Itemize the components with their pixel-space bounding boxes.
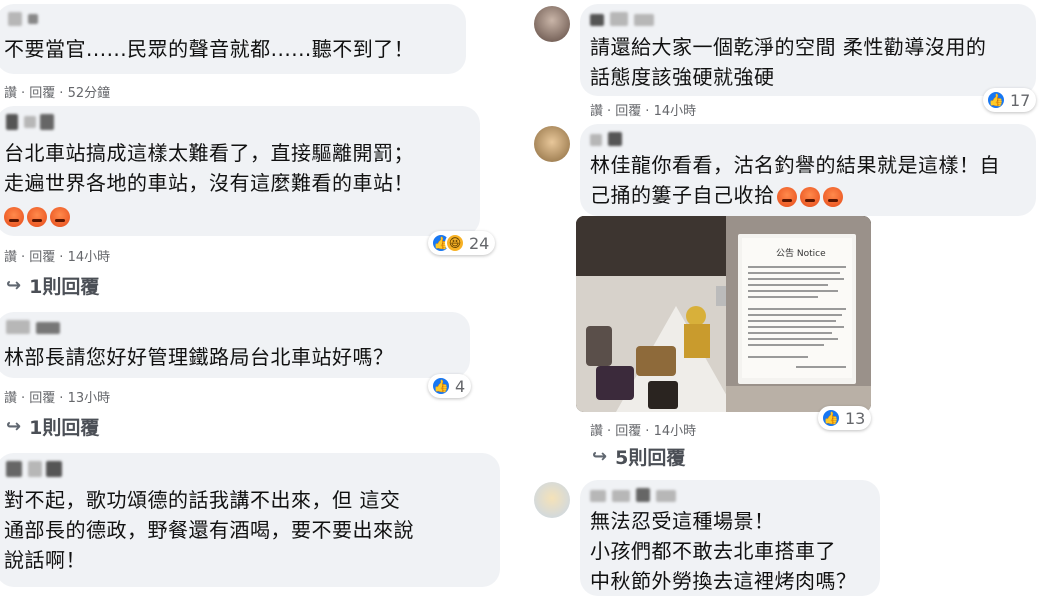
comment-meta: 讚 · 回覆 · 14小時 — [590, 424, 697, 439]
reply-action[interactable]: 回覆 — [615, 424, 641, 439]
like-action[interactable]: 讚 — [4, 391, 17, 406]
comment-time[interactable]: 14小時 — [68, 250, 111, 265]
commenter-name-blurred[interactable] — [6, 461, 64, 477]
like-action[interactable]: 讚 — [4, 86, 17, 101]
comment-time[interactable]: 52分鐘 — [68, 86, 111, 101]
reaction-summary[interactable]: 👍 17 — [983, 88, 1037, 112]
like-icon: 👍 — [431, 376, 451, 396]
reaction-count: 17 — [1010, 90, 1031, 110]
reply-arrow-icon: ↪ — [592, 446, 608, 467]
comment-text: 無法忍受這種場景！ 小孩們都不敢去北車搭車了 中秋節外勞換去這裡烤肉嗎？ — [590, 509, 857, 593]
haha-icon: 😆 — [445, 233, 465, 253]
replies-count-label: 1則回覆 — [29, 276, 100, 298]
comment-bubble: 林佳龍你看看，沽名釣譽的結果就是這樣！自 己捅的簍子自己收拾 — [580, 124, 1036, 216]
attached-photo[interactable]: 公告 Notice — [576, 216, 871, 412]
reaction-summary[interactable]: 👍 13 — [818, 406, 872, 430]
comment-time[interactable]: 14小時 — [654, 104, 697, 119]
comment-meta: 讚 · 回覆 · 52分鐘 — [4, 86, 111, 101]
comment-bubble: 台北車站搞成這樣太難看了，直接驅離開罰； 走遍世界各地的車站，沒有這麼難看的車站… — [0, 106, 480, 236]
comment-bubble: 不要當官......民眾的聲音就都......聽不到了！ — [0, 4, 466, 74]
comment-meta: 讚 · 回覆 · 13小時 — [4, 391, 111, 406]
comment-text: 對不起，歌功頌德的話我講不出來，但 這交 通部長的德政，野餐還有酒喝，要不要出來… — [4, 488, 414, 572]
commenter-avatar[interactable] — [534, 126, 570, 162]
view-replies-link[interactable]: ↪ 5則回覆 — [592, 443, 685, 470]
commenter-name-blurred[interactable] — [590, 132, 634, 146]
comment-text: 林部長請您好好管理鐵路局台北車站好嗎？ — [4, 345, 394, 369]
station-photo-image: 公告 Notice — [576, 216, 871, 412]
view-replies-link[interactable]: ↪ 1則回覆 — [6, 413, 99, 440]
commenter-name-blurred[interactable] — [6, 320, 66, 334]
comment-text: 請還給大家一個乾淨的空間 柔性勸導沒用的 話態度該強硬就強硬 — [590, 35, 987, 89]
like-icon: 👍 — [821, 408, 841, 428]
commenter-name-blurred[interactable] — [590, 488, 690, 502]
angry-face-icon — [776, 186, 797, 207]
angry-face-icon — [822, 186, 843, 207]
reply-action[interactable]: 回覆 — [615, 104, 641, 119]
reply-arrow-icon: ↪ — [6, 275, 22, 296]
comment-text: 不要當官......民眾的聲音就都......聽不到了！ — [4, 37, 415, 61]
angry-face-icon — [4, 206, 24, 227]
angry-face-icon — [27, 206, 47, 227]
comment-meta: 讚 · 回覆 · 14小時 — [590, 104, 697, 119]
comment-time[interactable]: 13小時 — [68, 391, 111, 406]
commenter-name-blurred[interactable] — [590, 12, 660, 26]
comment-time[interactable]: 14小時 — [654, 424, 697, 439]
view-replies-link[interactable]: ↪ 1則回覆 — [6, 272, 99, 299]
reaction-summary[interactable]: 👍 4 — [428, 374, 472, 398]
commenter-name-blurred[interactable] — [6, 114, 60, 130]
reaction-summary[interactable]: 👍 😆 24 — [428, 231, 496, 255]
notice-title: 公告 Notice — [776, 247, 826, 259]
reply-arrow-icon: ↪ — [6, 416, 22, 437]
like-action[interactable]: 讚 — [4, 250, 17, 265]
reaction-count: 24 — [469, 233, 490, 253]
replies-count-label: 1則回覆 — [29, 417, 100, 439]
comment-bubble: 無法忍受這種場景！ 小孩們都不敢去北車搭車了 中秋節外勞換去這裡烤肉嗎？ — [580, 480, 880, 596]
reaction-count: 4 — [455, 376, 466, 396]
comment-meta: 讚 · 回覆 · 14小時 — [4, 250, 111, 265]
commenter-avatar[interactable] — [534, 6, 570, 42]
like-action[interactable]: 讚 — [590, 424, 603, 439]
comment-text: 林佳龍你看看，沽名釣譽的結果就是這樣！自 己捅的簍子自己收拾 — [590, 153, 1000, 207]
angry-face-icon — [799, 186, 820, 207]
like-action[interactable]: 讚 — [590, 104, 603, 119]
emoji-row — [4, 206, 73, 227]
reply-action[interactable]: 回覆 — [29, 250, 55, 265]
comment-bubble: 林部長請您好好管理鐵路局台北車站好嗎？ — [0, 312, 470, 378]
angry-face-icon — [50, 206, 70, 227]
comment-bubble: 對不起，歌功頌德的話我講不出來，但 這交 通部長的德政，野餐還有酒喝，要不要出來… — [0, 453, 500, 587]
reaction-count: 13 — [845, 408, 866, 428]
reply-action[interactable]: 回覆 — [29, 391, 55, 406]
commenter-avatar[interactable] — [534, 482, 570, 518]
commenter-name-blurred[interactable] — [8, 12, 42, 26]
reply-action[interactable]: 回覆 — [29, 86, 55, 101]
replies-count-label: 5則回覆 — [615, 447, 686, 469]
comment-text: 台北車站搞成這樣太難看了，直接驅離開罰； 走遍世界各地的車站，沒有這麼難看的車站… — [4, 141, 414, 195]
comment-bubble: 請還給大家一個乾淨的空間 柔性勸導沒用的 話態度該強硬就強硬 — [580, 4, 1036, 96]
like-icon: 👍 — [986, 90, 1006, 110]
